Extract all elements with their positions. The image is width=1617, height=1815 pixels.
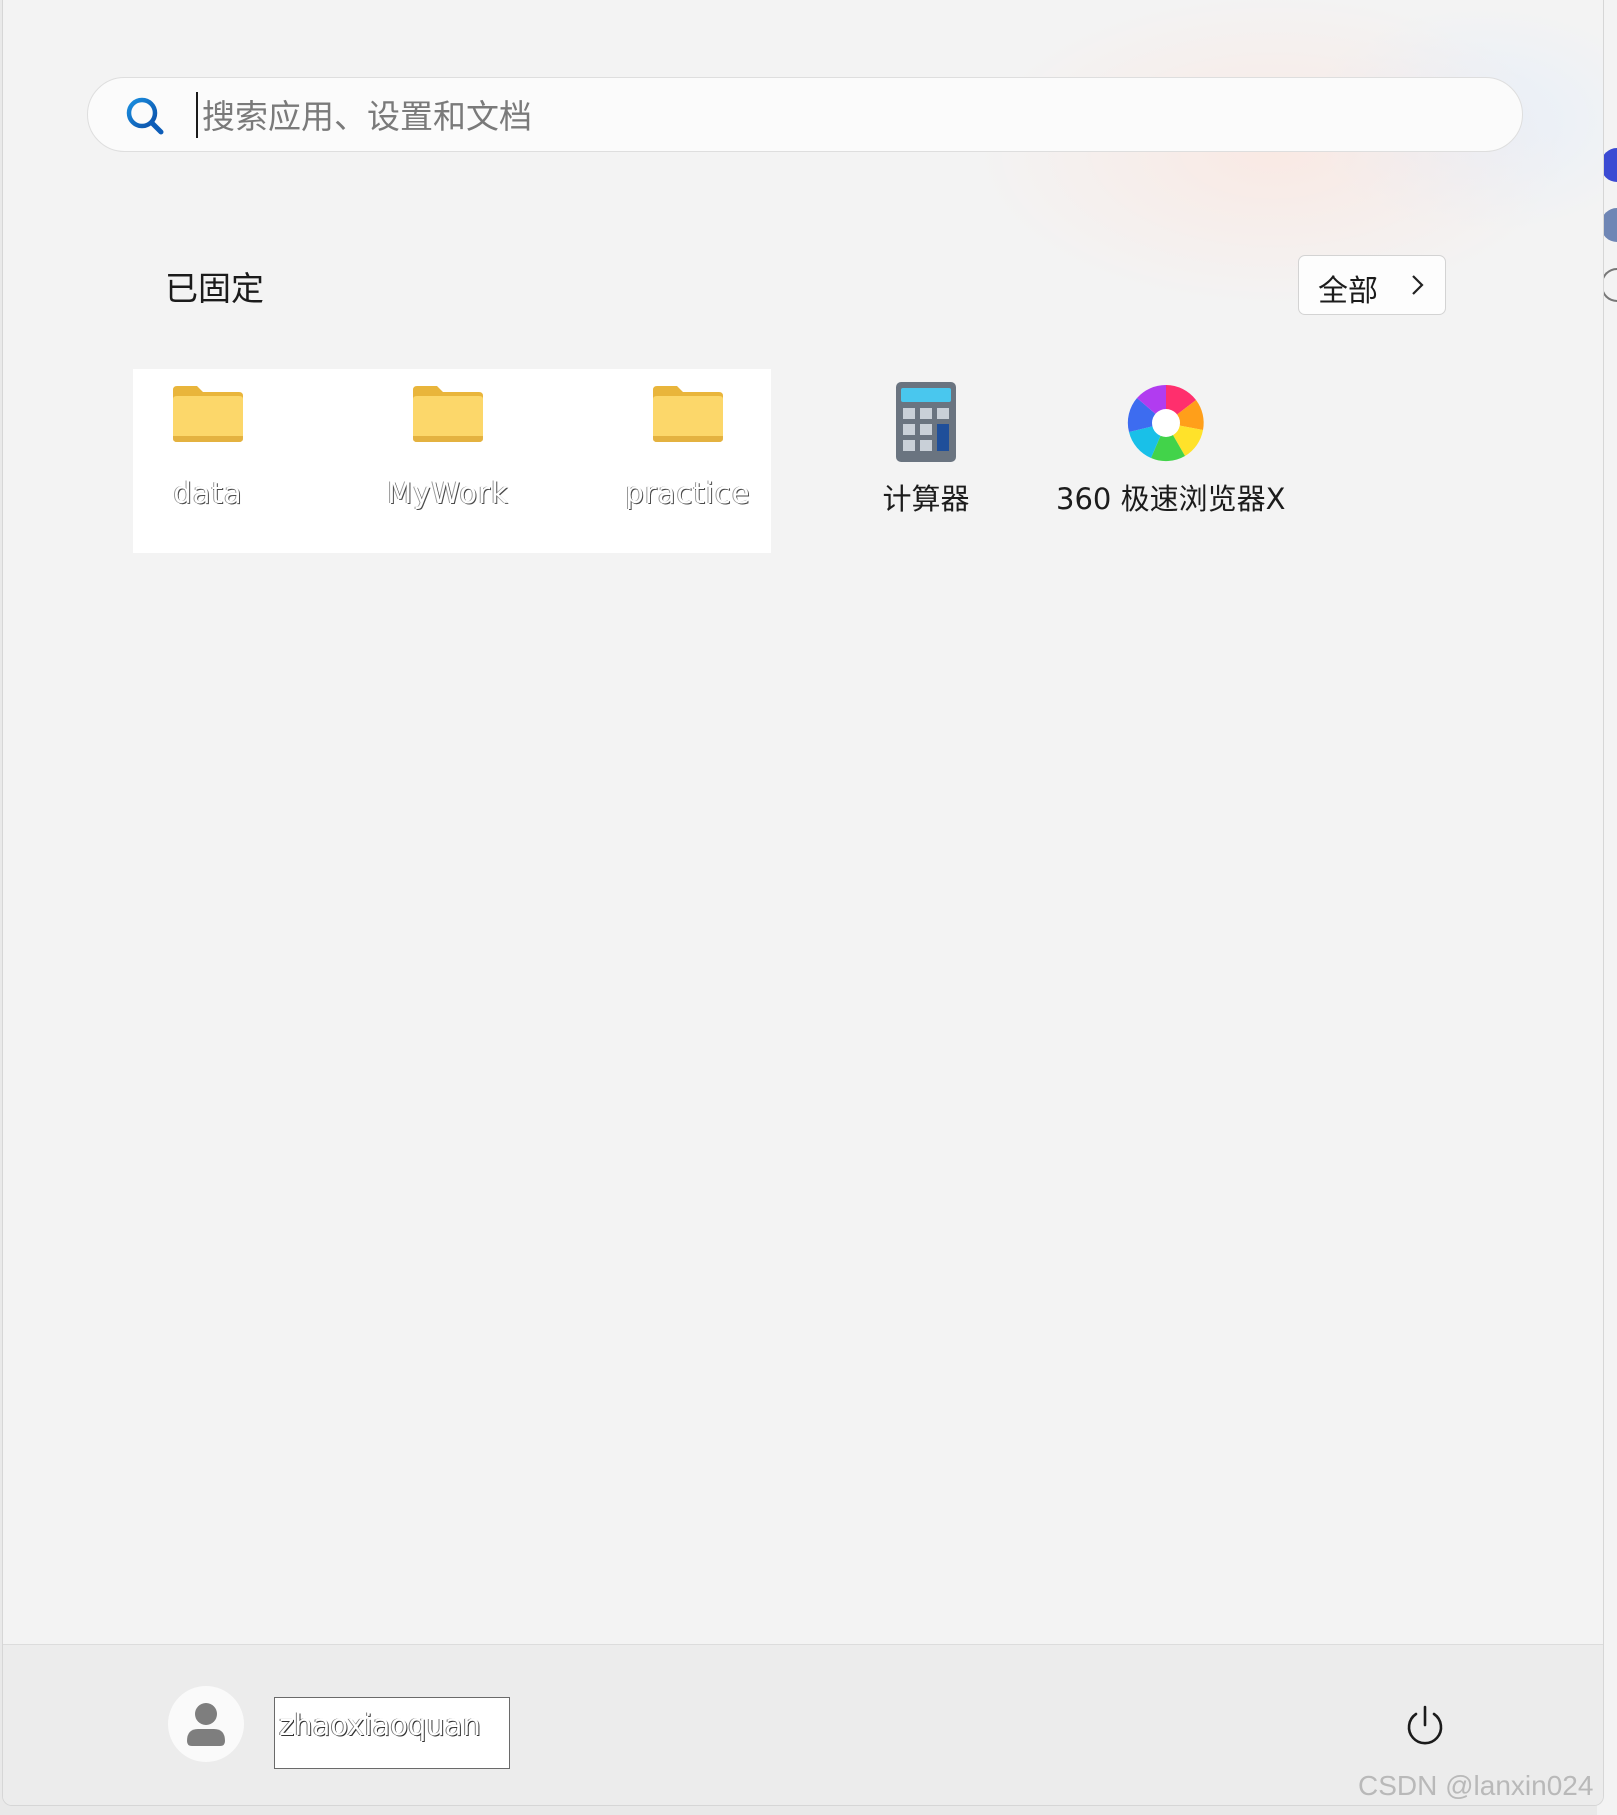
folder-icon: [413, 386, 483, 442]
pinned-item-data[interactable]: data: [98, 376, 318, 526]
all-apps-button[interactable]: 全部: [1298, 255, 1446, 315]
user-icon: [187, 1703, 225, 1746]
start-menu: 已固定 全部 data MyWork practice: [2, 0, 1604, 1806]
pinned-item-label: practice: [625, 476, 751, 510]
pinned-item-mywork[interactable]: MyWork: [338, 376, 558, 526]
pinned-title: 已固定: [165, 269, 264, 308]
power-icon[interactable]: [1403, 1705, 1447, 1749]
pinned-item-label: 计算器: [882, 482, 970, 516]
pinned-item-label: data: [173, 476, 243, 510]
user-avatar[interactable]: [168, 1686, 244, 1762]
chevron-right-icon: [1412, 275, 1424, 295]
browser-icon: [1127, 384, 1204, 462]
pinned-item-practice[interactable]: practice: [578, 376, 798, 526]
pinned-item-calculator[interactable]: 计算器: [816, 376, 1036, 526]
calculator-icon: [896, 382, 956, 462]
user-name: zhaoxiaoquan: [279, 1708, 481, 1742]
pinned-item-label: MyWork: [387, 476, 509, 510]
search-bar[interactable]: [87, 77, 1523, 152]
watermark: CSDN @lanxin024: [1358, 1770, 1594, 1801]
folder-icon: [173, 386, 243, 442]
pinned-item-label: 360 极速浏览器X: [1056, 482, 1286, 516]
search-icon: [126, 97, 164, 135]
folder-icon: [653, 386, 723, 442]
all-apps-label: 全部: [1318, 274, 1378, 309]
text-cursor: [196, 92, 198, 138]
pinned-item-360-browser[interactable]: 360 极速浏览器X: [1056, 376, 1286, 526]
user-name-box[interactable]: zhaoxiaoquan: [274, 1697, 510, 1769]
search-input[interactable]: [200, 88, 1484, 144]
